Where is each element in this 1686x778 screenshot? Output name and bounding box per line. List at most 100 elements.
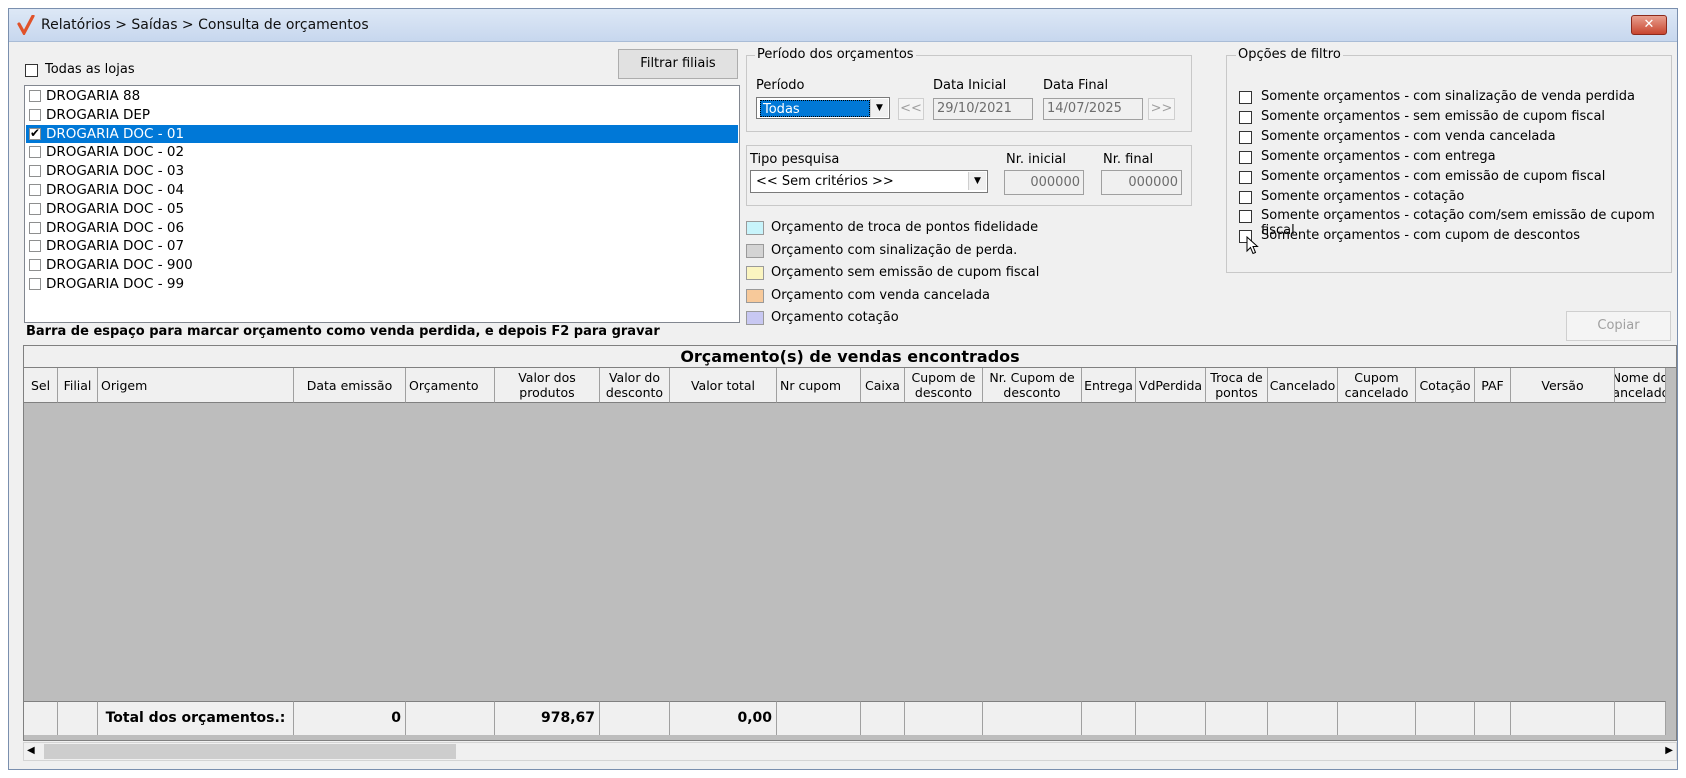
keyboard-hint: Barra de espaço para marcar orçamento co… bbox=[26, 324, 660, 339]
store-checkbox[interactable] bbox=[29, 90, 41, 102]
store-checkbox[interactable] bbox=[29, 165, 41, 178]
close-button[interactable]: ✕ bbox=[1631, 15, 1667, 35]
store-list[interactable]: DROGARIA 88 DROGARIA DEP DROGARIA DOC - 01… bbox=[24, 85, 740, 323]
filter-options-label: Opções de filtro bbox=[1236, 47, 1343, 62]
store-checkbox[interactable] bbox=[29, 202, 41, 215]
end-date-field[interactable]: 14/07/2025 bbox=[1043, 98, 1143, 120]
totals-cell bbox=[1136, 701, 1206, 735]
scroll-right-icon[interactable]: ▶ bbox=[1665, 745, 1673, 756]
column-header[interactable]: Sel bbox=[24, 368, 58, 403]
column-header[interactable]: VdPerdida bbox=[1136, 368, 1206, 403]
copy-button[interactable]: Copiar bbox=[1566, 311, 1671, 341]
store-checkbox[interactable] bbox=[29, 278, 41, 290]
column-header[interactable]: Valor dos produtos bbox=[495, 368, 600, 403]
totals-cell bbox=[1615, 701, 1666, 735]
mouse-cursor-icon bbox=[1246, 236, 1259, 255]
number-end-field[interactable]: 000000 bbox=[1101, 170, 1182, 195]
number-start-field[interactable]: 000000 bbox=[1004, 170, 1084, 195]
column-header[interactable]: Cupom de desconto bbox=[905, 368, 983, 403]
filter-option-checkbox[interactable] bbox=[1239, 210, 1252, 224]
title-bar: Relatórios > Saídas > Consulta de orçame… bbox=[9, 9, 1677, 42]
store-list-item[interactable]: DROGARIA DEP bbox=[26, 106, 738, 124]
totals-cell bbox=[58, 701, 98, 735]
store-checkbox[interactable] bbox=[29, 259, 41, 272]
filter-option-checkbox[interactable] bbox=[1239, 150, 1252, 164]
legend-swatch bbox=[746, 311, 764, 325]
store-checkbox[interactable] bbox=[29, 240, 41, 253]
filter-option-checkbox[interactable] bbox=[1239, 130, 1252, 144]
store-list-item[interactable]: DROGARIA DOC - 99 bbox=[26, 275, 738, 293]
column-header[interactable]: Filial bbox=[58, 368, 98, 403]
filter-option-label: Somente orçamentos - com entrega bbox=[1261, 148, 1496, 164]
filter-option-checkbox[interactable] bbox=[1239, 190, 1252, 204]
column-header[interactable]: Nr. Cupom de desconto bbox=[983, 368, 1082, 403]
store-list-item[interactable]: DROGARIA DOC - 05 bbox=[26, 200, 738, 218]
end-date-label: Data Final bbox=[1043, 78, 1109, 93]
store-label: DROGARIA DOC - 99 bbox=[46, 276, 185, 292]
store-label: DROGARIA DOC - 02 bbox=[46, 144, 185, 161]
column-header[interactable]: Valor total bbox=[670, 368, 777, 403]
number-start-label: Nr. inicial bbox=[1006, 152, 1066, 167]
scroll-left-icon[interactable]: ◀ bbox=[27, 745, 35, 756]
store-list-item[interactable]: DROGARIA DOC - 01 bbox=[26, 124, 738, 143]
store-checkbox[interactable] bbox=[29, 146, 41, 159]
legend-swatch bbox=[746, 266, 764, 280]
filter-option-label: Somente orçamentos - com cupom de descon… bbox=[1261, 228, 1580, 244]
scrollbar-thumb[interactable] bbox=[44, 744, 456, 759]
filter-option-label: Somente orçamentos - com sinalização de … bbox=[1261, 89, 1635, 104]
store-list-item[interactable]: DROGARIA DOC - 900 bbox=[26, 256, 738, 274]
totals-cell bbox=[777, 701, 861, 735]
chevron-down-icon[interactable]: ▼ bbox=[870, 99, 888, 117]
main-window: Relatórios > Saídas > Consulta de orçame… bbox=[8, 8, 1678, 770]
period-select[interactable]: Todas ▼ bbox=[756, 97, 890, 119]
filter-option-checkbox[interactable] bbox=[1239, 91, 1252, 104]
column-header[interactable]: Troca de pontos bbox=[1206, 368, 1268, 403]
store-checkbox[interactable] bbox=[29, 184, 41, 196]
store-list-item[interactable]: DROGARIA DOC - 06 bbox=[26, 219, 738, 237]
chevron-down-icon[interactable]: ▼ bbox=[968, 172, 986, 190]
store-checkbox[interactable] bbox=[29, 126, 41, 140]
store-list-item[interactable]: DROGARIA 88 bbox=[26, 87, 738, 105]
next-period-button[interactable]: >> bbox=[1148, 98, 1175, 120]
column-header[interactable]: Entrega bbox=[1082, 368, 1136, 403]
store-list-item[interactable]: DROGARIA DOC - 02 bbox=[26, 143, 738, 161]
filter-branches-button[interactable]: Filtrar filiais bbox=[618, 49, 738, 79]
column-header[interactable]: Data emissão bbox=[294, 368, 406, 403]
horizontal-scrollbar[interactable]: ◀ ▶ bbox=[23, 742, 1677, 761]
column-header[interactable]: Caixa bbox=[861, 368, 905, 403]
budgets-grid[interactable]: Orçamento(s) de vendas encontrados Sel Fi… bbox=[23, 345, 1677, 741]
column-header[interactable]: Origem bbox=[98, 368, 294, 403]
totals-cell: Total dos orçamentos.: bbox=[98, 701, 294, 735]
search-type-label: Tipo pesquisa bbox=[750, 152, 840, 167]
totals-cell: 978,67 bbox=[495, 701, 600, 735]
totals-cell: 0 bbox=[294, 701, 406, 735]
totals-cell bbox=[861, 701, 905, 735]
column-header[interactable]: PAF bbox=[1475, 368, 1511, 403]
start-date-field[interactable]: 29/10/2021 bbox=[933, 98, 1033, 120]
column-header[interactable]: Nome do cancelador bbox=[1615, 368, 1666, 403]
all-stores-checkbox[interactable] bbox=[25, 64, 38, 77]
totals-cell bbox=[1511, 701, 1615, 735]
filter-option-checkbox[interactable] bbox=[1239, 170, 1252, 184]
previous-period-button[interactable]: << bbox=[898, 98, 924, 120]
column-header[interactable]: Valor do desconto bbox=[600, 368, 670, 403]
store-checkbox[interactable] bbox=[29, 108, 41, 121]
column-header[interactable]: Cupom cancelado bbox=[1338, 368, 1416, 403]
number-end-label: Nr. final bbox=[1103, 152, 1154, 167]
totals-cell bbox=[1475, 701, 1511, 735]
store-list-item[interactable]: DROGARIA DOC - 07 bbox=[26, 237, 738, 255]
column-header[interactable]: Versão bbox=[1511, 368, 1615, 403]
column-header[interactable]: Cancelado bbox=[1268, 368, 1338, 403]
column-header[interactable]: Cotação bbox=[1416, 368, 1475, 403]
store-list-item[interactable]: DROGARIA DOC - 03 bbox=[26, 162, 738, 180]
filter-option-label: Somente orçamentos - cotação bbox=[1261, 188, 1465, 204]
search-type-select[interactable]: << Sem critérios >> ▼ bbox=[750, 170, 988, 193]
legend-label: Orçamento sem emissão de cupom fiscal bbox=[771, 265, 1040, 280]
legend-swatch bbox=[746, 288, 764, 303]
column-header[interactable]: Nr cupom bbox=[777, 368, 861, 403]
store-checkbox[interactable] bbox=[29, 221, 41, 234]
filter-option-checkbox[interactable] bbox=[1239, 110, 1252, 124]
column-header[interactable]: Orçamento bbox=[406, 368, 495, 403]
store-list-item[interactable]: DROGARIA DOC - 04 bbox=[26, 181, 738, 199]
filter-option-label: Somente orçamentos - com venda cancelada bbox=[1261, 128, 1556, 144]
